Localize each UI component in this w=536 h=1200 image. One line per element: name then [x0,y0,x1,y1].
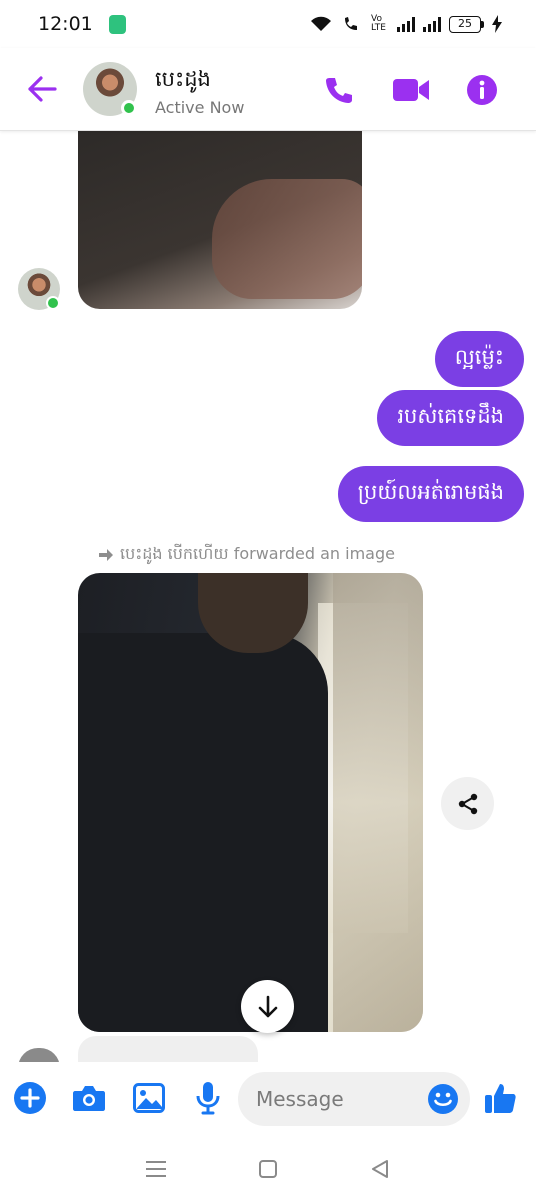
forward-arrow-icon [99,549,113,561]
video-camera-icon [393,79,429,101]
share-button[interactable] [441,777,494,830]
gallery-button[interactable] [129,1078,169,1118]
online-indicator [121,100,137,116]
image-icon [133,1083,165,1113]
messenger-chat-screen: 12:01 Vo LTE 25 បេះដូង Active Now ល្អម្ល… [0,0,536,1200]
charging-icon [492,15,502,33]
status-icons: Vo LTE 25 [309,15,502,33]
sent-message-bubble[interactable]: ល្អម្ល៉េះ [434,331,524,387]
info-button[interactable] [462,70,502,110]
phone-icon [326,78,352,103]
video-call-button[interactable] [391,70,431,110]
emoji-icon [428,1084,458,1114]
status-time: 12:01 [38,13,93,35]
thumbs-up-icon [485,1084,516,1113]
signal-2-icon [423,16,441,32]
sent-message-bubble[interactable]: របស់គេទេដឹង [377,390,524,446]
contact-name[interactable]: បេះដូង [155,66,211,97]
home-button[interactable] [248,1149,288,1189]
menu-lines-icon [146,1161,166,1177]
microphone-icon [196,1082,220,1115]
battery-saver-icon [108,14,126,34]
forwarded-note: បេះដូង បើកហើយ forwarded an image [98,543,395,567]
forwarded-photo-message[interactable] [78,573,423,1032]
add-button[interactable] [10,1078,50,1118]
square-icon [259,1160,277,1178]
share-icon [458,793,477,814]
emoji-button[interactable] [426,1082,460,1116]
sent-message-bubble[interactable]: ប្រយ៍លអត់រោមផង [337,466,524,522]
arrow-down-icon [258,995,277,1017]
wifi-calling-icon [345,17,357,30]
plus-icon [14,1082,46,1114]
presence-status: Active Now [155,98,245,117]
scroll-to-bottom-button[interactable] [241,980,294,1033]
forwarded-note-text: បេះដូង បើកហើយ forwarded an image [120,544,395,563]
back-nav-button[interactable] [360,1149,400,1189]
voice-button[interactable] [188,1078,228,1118]
wifi-icon [311,16,331,31]
volte-label: Vo LTE [371,14,386,33]
like-button[interactable] [480,1078,520,1118]
triangle-back-icon [372,1160,388,1178]
camera-icon [73,1086,105,1111]
battery-level: 25 [449,15,481,33]
system-navigation-bar [0,1138,536,1200]
info-icon [467,75,497,105]
camera-button[interactable] [69,1078,109,1118]
status-bar: 12:01 Vo LTE 25 [0,0,536,48]
received-photo-message[interactable] [78,131,362,309]
recents-button[interactable] [136,1149,176,1189]
message-composer [0,1062,536,1138]
online-indicator [46,296,60,310]
arrow-left-icon [28,76,57,102]
back-button[interactable] [22,71,62,107]
battery-icon: 25 [449,15,484,33]
call-button[interactable] [319,70,359,110]
signal-1-icon [397,16,415,32]
chat-header: បេះដូង Active Now [0,48,536,131]
photo-content [212,179,362,299]
